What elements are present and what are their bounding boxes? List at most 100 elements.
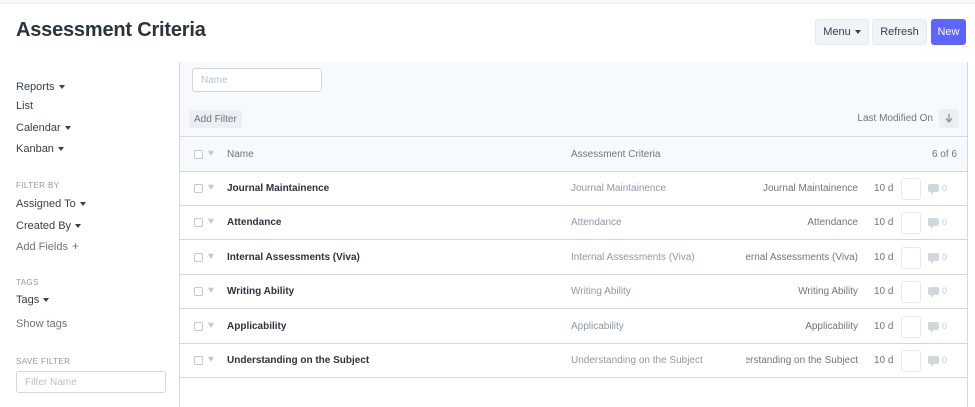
row-modified: 10 d	[874, 320, 894, 332]
sidebar-kanban-dropdown[interactable]: Kanban	[16, 143, 64, 155]
heart-icon[interactable]: ♥	[208, 148, 214, 160]
row-criteria-truncated: Applicability	[746, 321, 858, 332]
heart-icon[interactable]: ♥	[208, 251, 214, 263]
row-checkbox[interactable]	[194, 184, 203, 193]
comment-count-value: 0	[942, 286, 948, 297]
row-checkbox[interactable]	[194, 356, 203, 365]
comment-count-value: 0	[942, 320, 948, 331]
caret-down-icon	[57, 147, 64, 152]
column-header-criteria: Assessment Criteria	[571, 149, 661, 160]
sidebar-tags-dropdown[interactable]: Tags	[16, 294, 50, 306]
row-criteria-truncated: Writing Ability	[746, 286, 858, 297]
table-row[interactable]: ♥ Understanding on the Subject Understandi…	[180, 344, 967, 378]
add-fields-label: Add Fields	[16, 241, 68, 253]
avatar	[901, 281, 921, 304]
comment-icon	[928, 184, 939, 195]
row-name-link[interactable]: Attendance	[227, 217, 281, 228]
record-count: 6 of 6	[931, 149, 957, 160]
sort-by-selector[interactable]: Last Modified On	[857, 113, 933, 124]
caret-down-icon	[64, 126, 71, 131]
select-all-checkbox[interactable]	[194, 150, 203, 159]
save-filter-heading: SAVE FILTER	[16, 357, 71, 366]
table-row[interactable]: ♥ Journal Maintainence Journal Maintainenc…	[180, 172, 967, 206]
comment-count-value: 0	[942, 217, 948, 228]
heart-icon[interactable]: ♥	[208, 216, 214, 228]
filter-area: Add Filter Last Modified On	[180, 62, 967, 137]
new-button[interactable]: New	[931, 19, 966, 45]
comment-icon	[928, 218, 939, 230]
row-criteria-truncated-text: Internal Assessments (Viva)	[746, 251, 858, 263]
row-modified: 10 d	[874, 217, 894, 229]
sort-order-button[interactable]	[939, 109, 959, 128]
heart-icon[interactable]: ♥	[208, 320, 214, 332]
avatar	[901, 212, 921, 235]
table-row[interactable]: ♥ Applicability Applicability Applicability…	[180, 309, 967, 344]
row-modified: 10 d	[874, 286, 894, 298]
row-name-link[interactable]: Understanding on the Subject	[227, 355, 369, 366]
comment-count[interactable]: 0	[928, 286, 948, 299]
top-navbar-strip	[0, 0, 975, 4]
table-row[interactable]: ♥ Writing Ability Writing Ability Writing A…	[180, 275, 967, 310]
refresh-button[interactable]: Refresh	[872, 19, 927, 45]
sidebar-assigned-to-dropdown[interactable]: Assigned To	[16, 198, 86, 210]
row-name-link[interactable]: Internal Assessments (Viva)	[227, 252, 360, 263]
comment-count[interactable]: 0	[928, 251, 948, 264]
show-tags-link[interactable]: Show tags	[16, 318, 67, 330]
list-view: Add Filter Last Modified On ♥ Name Asses…	[179, 62, 968, 407]
row-checkbox[interactable]	[194, 218, 203, 228]
sidebar-item-list[interactable]: List	[16, 100, 33, 112]
avatar	[901, 178, 921, 200]
add-fields-link[interactable]: Add Fields +	[16, 239, 79, 253]
sidebar: Reports List Calendar Kanban FILTER BY A…	[0, 62, 179, 407]
comment-count[interactable]: 0	[928, 183, 948, 195]
comment-count[interactable]: 0	[928, 320, 948, 333]
comment-icon	[928, 287, 939, 299]
arrow-down-icon	[945, 114, 953, 123]
row-checkbox[interactable]	[194, 321, 203, 331]
row-criteria-truncated-text: Journal Maintainence	[762, 183, 858, 194]
filter-by-heading: FILTER BY	[16, 181, 60, 190]
column-header-name[interactable]: Name	[227, 149, 254, 160]
page-title: Assessment Criteria	[16, 19, 206, 41]
comment-count-value: 0	[942, 251, 948, 262]
row-criteria: Writing Ability	[571, 286, 631, 298]
heart-icon[interactable]: ♥	[208, 285, 214, 297]
tags-heading: TAGS	[16, 278, 39, 287]
table-row[interactable]: ♥ Attendance Attendance Attendance 10 d 0	[180, 206, 967, 241]
row-criteria-truncated: Journal Maintainence	[746, 183, 858, 194]
menu-button-label: Menu	[823, 26, 851, 38]
sidebar-created-by-dropdown[interactable]: Created By	[16, 220, 82, 232]
name-filter-input[interactable]	[192, 68, 322, 92]
sidebar-calendar-label: Calendar	[16, 122, 61, 134]
table-row[interactable]: ♥ Internal Assessments (Viva) Internal Ass…	[180, 240, 967, 275]
row-criteria: Understanding on the Subject	[571, 355, 703, 366]
plus-icon: +	[71, 239, 79, 253]
sidebar-reports-dropdown[interactable]: Reports	[16, 81, 65, 93]
comment-count-value: 0	[942, 183, 948, 193]
row-checkbox[interactable]	[194, 252, 203, 262]
heart-icon[interactable]: ♥	[208, 182, 214, 194]
comment-count[interactable]: 0	[928, 217, 948, 230]
row-modified: 10 d	[874, 355, 894, 366]
caret-down-icon	[79, 202, 86, 207]
row-modified: 10 d	[874, 183, 894, 194]
sidebar-tags-label: Tags	[16, 294, 40, 306]
row-name-link[interactable]: Applicability	[227, 321, 286, 332]
comment-count[interactable]: 0	[928, 355, 947, 367]
row-name-link[interactable]: Journal Maintainence	[227, 183, 329, 194]
filter-name-input[interactable]	[16, 371, 166, 393]
add-filter-button[interactable]: Add Filter	[189, 110, 242, 128]
caret-down-icon	[75, 224, 82, 229]
caret-down-icon	[43, 298, 50, 303]
sidebar-calendar-dropdown[interactable]: Calendar	[16, 122, 71, 134]
row-checkbox[interactable]	[194, 287, 203, 297]
comment-icon	[928, 356, 939, 367]
row-modified: 10 d	[874, 251, 894, 263]
heart-icon[interactable]: ♥	[208, 354, 214, 366]
sidebar-reports-label: Reports	[16, 81, 55, 93]
menu-button[interactable]: Menu	[815, 19, 869, 45]
row-criteria-truncated-text: Applicability	[805, 320, 858, 332]
caret-down-icon	[58, 85, 65, 90]
row-name-link[interactable]: Writing Ability	[227, 286, 294, 297]
sidebar-created-by-label: Created By	[16, 220, 72, 232]
